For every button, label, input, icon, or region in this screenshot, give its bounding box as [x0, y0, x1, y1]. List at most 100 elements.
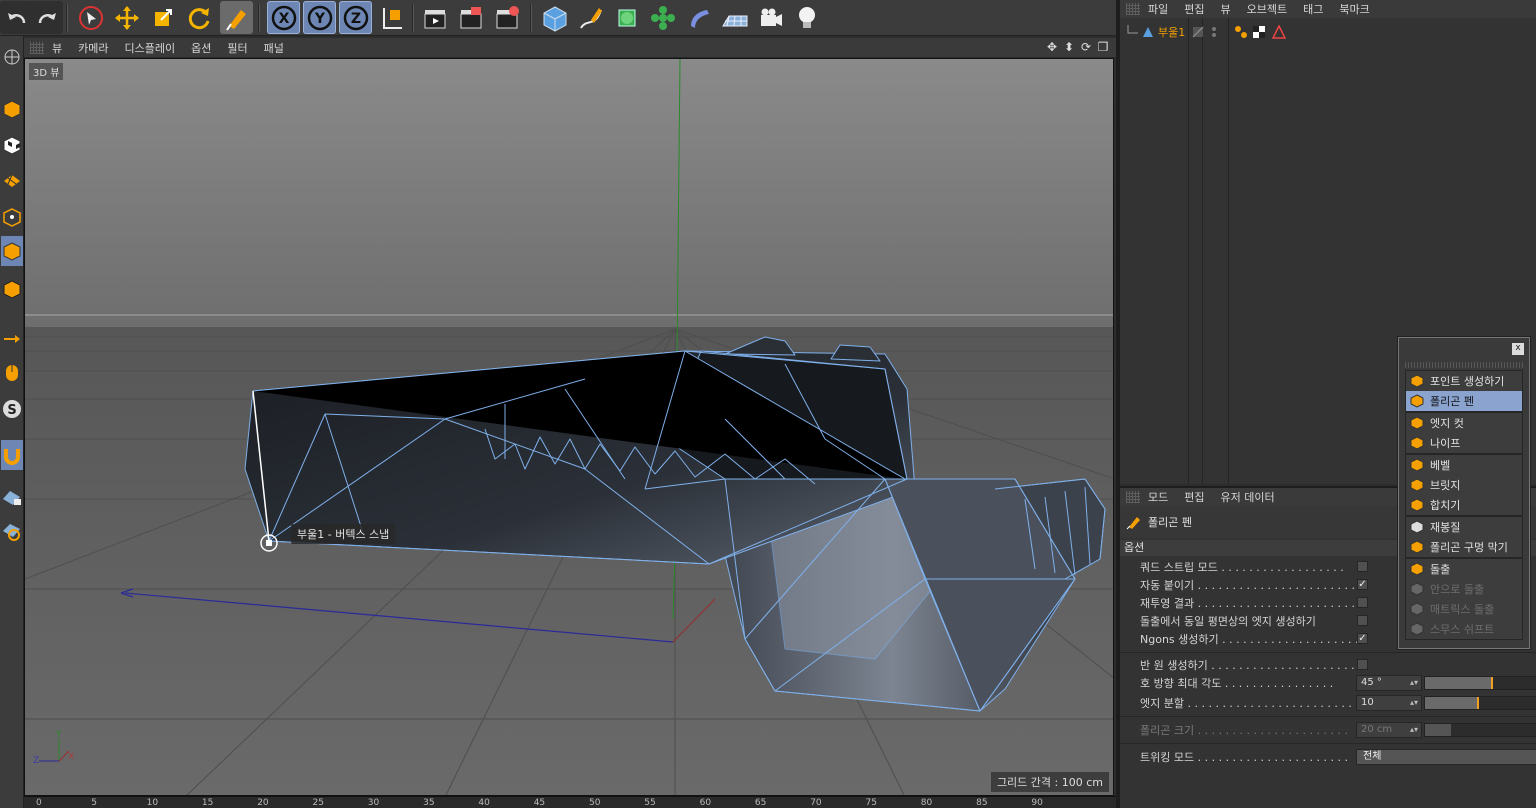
palette-item-bridge[interactable]: 브릿지	[1406, 475, 1522, 495]
menu-user-data[interactable]: 유저 데이터	[1213, 489, 1283, 505]
dolly-icon[interactable]: ⬍	[1062, 40, 1076, 54]
palette-item-label: 폴리곤 펜	[1430, 395, 1474, 408]
3d-viewport[interactable]: Y Z X 3D 뷰 부울1 - 버텍스 스냅 그리드 간격 : 100 cm	[24, 58, 1114, 796]
visibility-dots-icon[interactable]	[1210, 25, 1218, 39]
menu-view[interactable]: 뷰	[44, 40, 70, 56]
create-ngons-checkbox[interactable]: ✓	[1357, 633, 1368, 644]
menu-camera[interactable]: 카메라	[70, 40, 116, 56]
polygon-mode-button[interactable]	[1, 236, 23, 266]
palette-item-extrude[interactable]: 돌출	[1406, 559, 1522, 579]
panel-grip-icon[interactable]	[1126, 3, 1140, 15]
make-editable-button[interactable]	[1, 42, 23, 72]
spline-pen-button[interactable]	[574, 1, 607, 34]
object-name[interactable]: 부울1	[1158, 24, 1185, 40]
menu-view[interactable]: 뷰	[1213, 1, 1239, 17]
pan-icon[interactable]: ✥	[1045, 40, 1059, 54]
undo-button[interactable]	[0, 1, 33, 34]
enable-snap-button[interactable]	[1, 440, 23, 470]
semicircle-checkbox[interactable]	[1357, 659, 1368, 670]
auto-weld-checkbox[interactable]: ✓	[1357, 579, 1368, 590]
subdivision-surface-button[interactable]	[610, 1, 643, 34]
axis-x-lock-button[interactable]: X	[267, 1, 300, 34]
warning-tag-icon[interactable]	[1272, 25, 1286, 39]
texture-tag-icon[interactable]	[1252, 25, 1266, 39]
axis-y-lock-button[interactable]: Y	[303, 1, 336, 34]
palette-item-stitch[interactable]: 재봉질	[1406, 517, 1522, 537]
polygon-pen-toolbar-button[interactable]	[220, 1, 253, 34]
timeline-tick: 55	[644, 798, 656, 808]
edge-subdivision-slider[interactable]	[1424, 696, 1536, 710]
palette-item-bevel[interactable]: 베벨	[1406, 455, 1522, 475]
locked-workplane-button[interactable]	[1, 482, 23, 512]
model-mode-button[interactable]	[1, 94, 23, 124]
menu-filter[interactable]: 필터	[219, 40, 255, 56]
camera-object-button[interactable]	[754, 1, 787, 34]
texture-mode-button[interactable]	[1, 130, 23, 160]
arc-angle-slider[interactable]	[1424, 676, 1536, 690]
svg-text:Y: Y	[313, 11, 325, 27]
panel-grip-icon[interactable]	[30, 41, 44, 54]
point-mode-button[interactable]	[1, 202, 23, 232]
floor-object-button[interactable]	[718, 1, 751, 34]
maximize-view-icon[interactable]: ❐	[1096, 40, 1110, 54]
quad-strip-checkbox[interactable]	[1357, 561, 1368, 572]
polygon-tools-palette: x 포인트 생성하기폴리곤 펜엣지 컷나이프베벨 브릿지 합치기재봉질폴리곤 구멍 …	[1398, 337, 1530, 649]
palette-grip-icon[interactable]	[1405, 362, 1523, 368]
mograph-cloner-button[interactable]	[646, 1, 679, 34]
menu-file[interactable]: 파일	[1140, 1, 1176, 17]
cube-object-button[interactable]	[538, 1, 571, 34]
menu-edit[interactable]: 편집	[1176, 1, 1212, 17]
render-settings-button[interactable]	[490, 1, 523, 34]
redo-button[interactable]	[30, 1, 63, 34]
reproject-checkbox[interactable]	[1357, 597, 1368, 608]
render-view-button[interactable]	[418, 1, 451, 34]
layer-icon[interactable]	[1192, 26, 1204, 38]
svg-text:X: X	[68, 752, 74, 762]
coordinate-system-button[interactable]	[375, 1, 408, 34]
arc-angle-input[interactable]: 45 ° ▴▾	[1356, 675, 1422, 691]
palette-item-weld[interactable]: 합치기	[1406, 495, 1522, 515]
coplanar-edges-checkbox[interactable]	[1357, 615, 1368, 626]
edge-subdivision-input[interactable]: 10 ▴▾	[1356, 695, 1422, 711]
object-row-boole[interactable]: 부울1	[1120, 22, 1536, 42]
menu-panel[interactable]: 패널	[256, 40, 292, 56]
palette-item-edge-cut[interactable]: 엣지 컷	[1406, 413, 1522, 433]
menu-edit[interactable]: 편집	[1176, 489, 1212, 505]
rotate-tool-button[interactable]	[182, 1, 215, 34]
palette-item-close-hole[interactable]: 폴리곤 구멍 막기	[1406, 537, 1522, 557]
option-arc-max-angle: 호 방향 최대 각도 . . . . . . . . . . . . . . .…	[1140, 674, 1536, 692]
planar-workplane-button[interactable]	[1, 516, 23, 546]
menu-bookmarks[interactable]: 북마크	[1331, 1, 1377, 17]
palette-group: 베벨 브릿지 합치기	[1405, 454, 1523, 516]
axis-z-lock-button[interactable]: Z	[339, 1, 372, 34]
snap-settings-button[interactable]: S	[1, 394, 23, 424]
light-object-button[interactable]	[790, 1, 823, 34]
live-selection-button[interactable]	[74, 1, 107, 34]
palette-item-label: 나이프	[1430, 437, 1461, 450]
tweak-mode-dropdown[interactable]: 전체	[1356, 749, 1536, 765]
menu-tags[interactable]: 태그	[1295, 1, 1331, 17]
scale-icon	[154, 8, 172, 26]
palette-close-button[interactable]: x	[1512, 343, 1524, 355]
palette-item-point[interactable]: 포인트 생성하기	[1406, 371, 1522, 391]
orbit-icon[interactable]: ⟳	[1079, 40, 1093, 54]
scale-tool-button[interactable]	[146, 1, 179, 34]
workplane-mode-button[interactable]	[1, 164, 23, 194]
timeline-ruler[interactable]: 0 5 10 15 20 25 30 35 40 45 50 55 60 65 70 75 80 85 90	[24, 796, 1116, 808]
tweak-mode-button[interactable]	[1, 358, 23, 388]
move-tool-button[interactable]	[110, 1, 143, 34]
render-picture-viewer-button[interactable]	[454, 1, 487, 34]
clapperboard-render-icon	[460, 6, 481, 28]
phong-tag-icon[interactable]	[1234, 25, 1248, 39]
axis-mode-button[interactable]	[1, 324, 23, 354]
palette-item-polygon-pen[interactable]: 폴리곤 펜	[1406, 391, 1522, 411]
panel-grip-icon[interactable]	[1126, 491, 1140, 503]
menu-display[interactable]: 디스플레이	[117, 40, 184, 56]
edge-mode-button[interactable]	[1, 274, 23, 304]
menu-objects[interactable]: 오브젝트	[1239, 1, 1295, 17]
deformer-button[interactable]	[682, 1, 715, 34]
palette-item-knife[interactable]: 나이프	[1406, 433, 1522, 453]
menu-options[interactable]: 옵션	[183, 40, 219, 56]
palette-item-label: 재봉질	[1430, 521, 1461, 534]
menu-mode[interactable]: 모드	[1140, 489, 1176, 505]
